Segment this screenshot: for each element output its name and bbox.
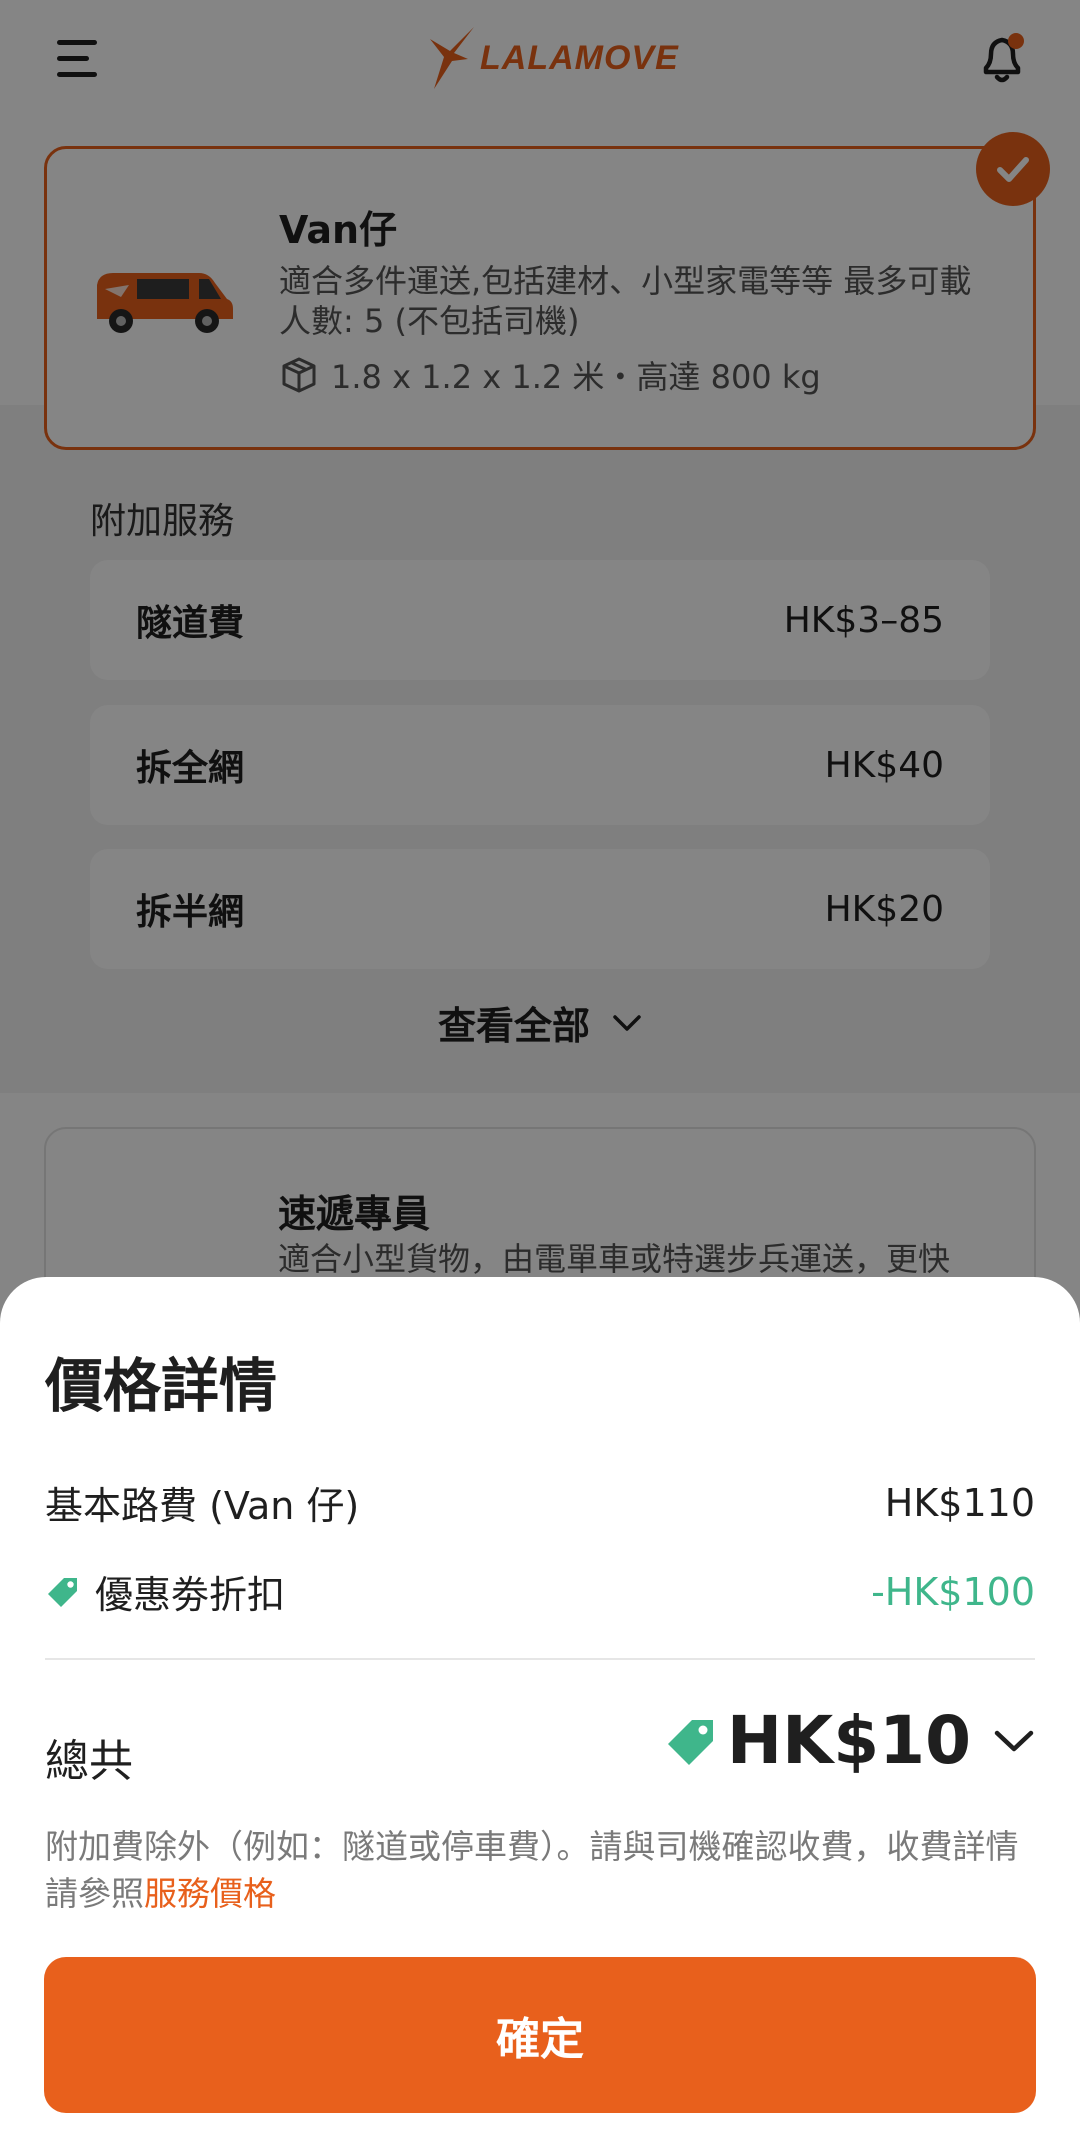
discount-label: 優惠劵折扣 bbox=[95, 1573, 286, 1617]
total-label: 總共 bbox=[45, 1736, 133, 1787]
total-expand-toggle[interactable]: HK$10 bbox=[665, 1702, 1035, 1779]
surcharge-note: 附加費除外（例如：隧道或停車費）。請與司機確認收費，收費詳情請參照服務價格 bbox=[45, 1823, 1035, 1917]
confirm-button[interactable]: 確定 bbox=[44, 1957, 1036, 2113]
divider bbox=[45, 1658, 1035, 1660]
base-fare-value: HK$110 bbox=[884, 1480, 1035, 1525]
base-fare-row: 基本路費 (Van 仔) HK$110 bbox=[45, 1475, 1035, 1530]
coupon-tag-icon bbox=[48, 1577, 77, 1607]
total-amount: HK$10 bbox=[726, 1702, 971, 1779]
discount-value: -HK$100 bbox=[871, 1569, 1035, 1614]
base-fare-label: 基本路費 (Van 仔) bbox=[45, 1484, 360, 1528]
discount-tag-icon bbox=[667, 1719, 713, 1765]
service-price-link[interactable]: 服務價格 bbox=[144, 1874, 276, 1913]
chevron-down-icon bbox=[994, 1730, 1034, 1751]
price-details-sheet: 價格詳情 基本路費 (Van 仔) HK$110 優惠劵折扣 -HK$100 總… bbox=[0, 1277, 1080, 2141]
discount-row: 優惠劵折扣 -HK$100 bbox=[45, 1564, 1035, 1619]
sheet-title: 價格詳情 bbox=[45, 1352, 278, 1420]
